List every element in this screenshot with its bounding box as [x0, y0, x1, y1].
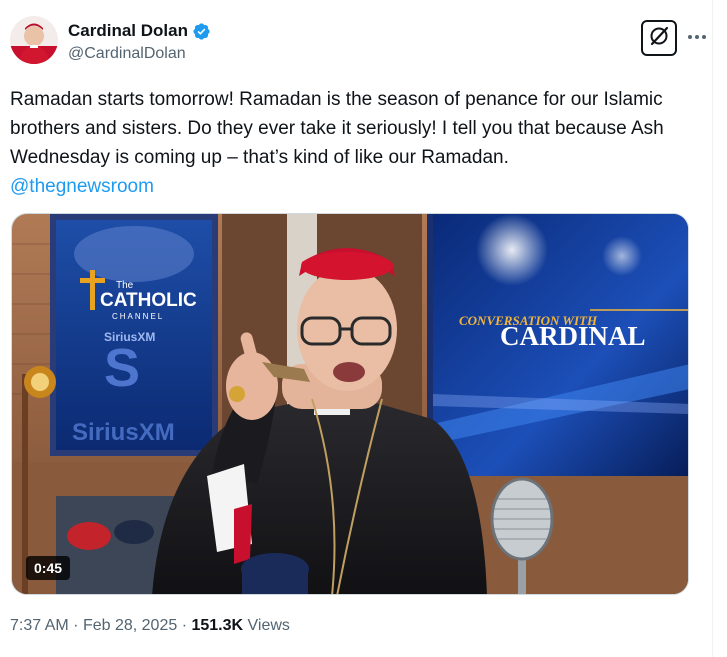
tweet-body: Ramadan starts tomorrow! Ramadan is the … — [10, 89, 664, 168]
avatar[interactable] — [10, 16, 58, 64]
set-sirius-big: SiriusXM — [72, 419, 175, 446]
grok-icon — [648, 25, 670, 52]
set-show-main: CARDINAL — [500, 321, 646, 351]
timestamp-time[interactable]: 7:37 AM — [10, 617, 69, 634]
video-duration-badge: 0:45 — [26, 556, 71, 580]
set-network-name: CATHOLIC — [100, 290, 197, 311]
tweet-meta: 7:37 AM · Feb 28, 2025 · 151.3K Views — [10, 617, 290, 635]
grok-button[interactable] — [641, 20, 677, 56]
set-sirius-logo: S — [104, 338, 140, 398]
video-player[interactable]: The CATHOLIC CHANNEL SiriusXM S SiriusXM… — [11, 213, 689, 595]
set-network-sub: CHANNEL — [112, 312, 164, 321]
handle[interactable]: @CardinalDolan — [68, 45, 211, 63]
display-name[interactable]: Cardinal Dolan — [68, 21, 188, 41]
more-dots-icon — [687, 27, 707, 45]
timestamp-date[interactable]: Feb 28, 2025 — [83, 617, 177, 634]
views-label: Views — [247, 617, 290, 634]
meta-separator: · — [181, 617, 188, 634]
tweet-text: Ramadan starts tomorrow! Ramadan is the … — [10, 85, 700, 201]
mention-link[interactable]: @thegnewsroom — [10, 172, 700, 201]
meta-separator: · — [73, 617, 79, 634]
verified-badge-icon — [192, 22, 211, 41]
views-count: 151.3K — [191, 617, 244, 634]
divider — [712, 0, 713, 657]
tweet-header: Cardinal Dolan @CardinalDolan — [10, 16, 707, 68]
video-frame: The CATHOLIC CHANNEL SiriusXM S SiriusXM… — [12, 214, 688, 594]
more-button[interactable] — [685, 26, 709, 46]
